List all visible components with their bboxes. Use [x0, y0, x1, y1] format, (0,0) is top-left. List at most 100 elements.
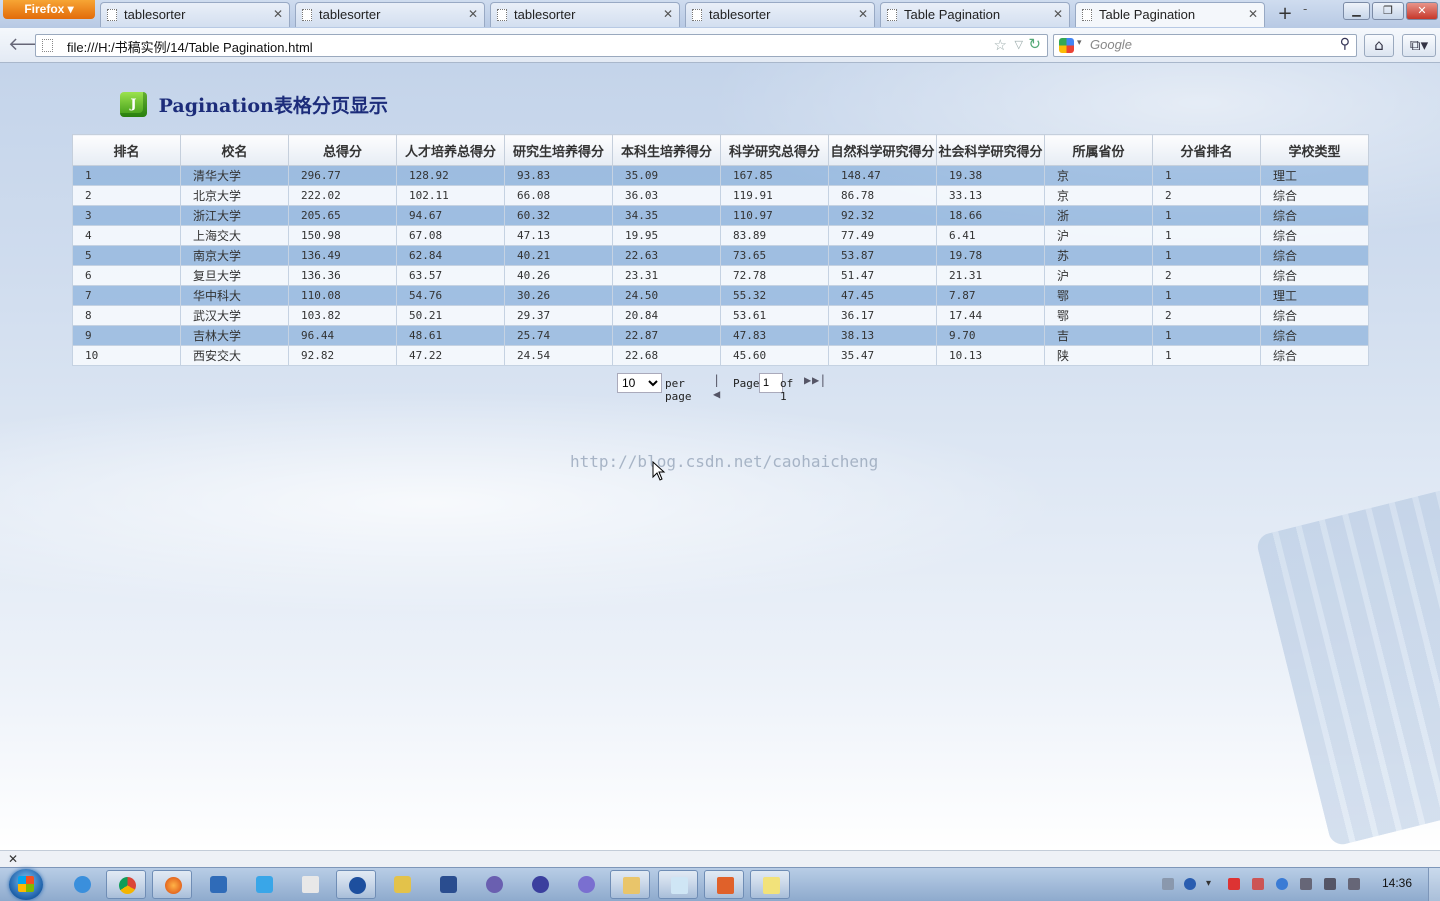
table-cell: 综合: [1260, 265, 1369, 286]
speaker-icon[interactable]: [1348, 878, 1360, 890]
tab-1[interactable]: tablesorter ✕: [100, 2, 290, 27]
addons-button[interactable]: ⧉▾: [1402, 34, 1436, 57]
column-header-rank[interactable]: 排名: [72, 134, 181, 166]
tab-5[interactable]: Table Pagination ✕: [880, 2, 1070, 27]
column-header-school[interactable]: 校名: [180, 134, 289, 166]
keyboard-icon[interactable]: [1162, 878, 1174, 890]
table-row[interactable]: 3 浙江大学 205.65 94.67 60.32 34.35 110.97 92.32 18.…: [72, 205, 1369, 226]
engine-dropdown-icon[interactable]: ▾: [1077, 38, 1082, 48]
table-cell: 86.78: [828, 185, 937, 206]
tab-4[interactable]: tablesorter ✕: [685, 2, 875, 27]
tab-label: tablesorter: [124, 7, 186, 22]
column-header-social-science-score[interactable]: 社会科学研究得分: [936, 134, 1045, 166]
volume-icon[interactable]: [1300, 878, 1312, 890]
taskbar-app-4[interactable]: [198, 870, 238, 899]
firefox-menu-button[interactable]: Firefox ▾: [3, 0, 95, 19]
help-icon[interactable]: [1184, 878, 1196, 890]
minimize-button[interactable]: ▁: [1343, 2, 1370, 20]
site-identity-icon[interactable]: [42, 39, 53, 52]
column-header-total-score[interactable]: 总得分: [288, 134, 397, 166]
address-bar[interactable]: file:///H:/书稿实例/14/Table Pagination.html…: [35, 34, 1048, 57]
close-tab-icon[interactable]: ✕: [858, 3, 868, 26]
table-cell: 36.03: [612, 185, 721, 206]
network-icon[interactable]: [1324, 878, 1336, 890]
table-cell: 38.13: [828, 325, 937, 346]
tray-app-icon[interactable]: [1276, 878, 1288, 890]
taskbar-app-10[interactable]: [474, 870, 514, 899]
close-tab-icon[interactable]: ✕: [468, 3, 478, 26]
taskbar-app-8[interactable]: [382, 870, 422, 899]
table-cell: 35.47: [828, 345, 937, 366]
column-header-graduate-score[interactable]: 研究生培养得分: [504, 134, 613, 166]
table-cell: 47.83: [720, 325, 829, 346]
column-header-province[interactable]: 所属省份: [1044, 134, 1153, 166]
google-engine-icon[interactable]: [1059, 38, 1074, 53]
tray-app-icon[interactable]: [1252, 878, 1264, 890]
table-cell: 83.89: [720, 225, 829, 246]
column-header-province-rank[interactable]: 分省排名: [1152, 134, 1261, 166]
show-desktop-button[interactable]: [1428, 868, 1440, 901]
table-cell: 62.84: [396, 245, 505, 266]
close-tab-icon[interactable]: ✕: [663, 3, 673, 26]
table-row[interactable]: 6 复旦大学 136.36 63.57 40.26 23.31 72.78 51.47 21.3…: [72, 265, 1369, 286]
taskbar-app-6[interactable]: [290, 870, 330, 899]
taskbar-chrome[interactable]: [106, 870, 146, 899]
tab-list-icon[interactable]: -: [1303, 2, 1307, 16]
close-tab-icon[interactable]: ✕: [1248, 3, 1258, 26]
table-row[interactable]: 8 武汉大学 103.82 50.21 29.37 20.84 53.61 36.17 17.4…: [72, 305, 1369, 326]
column-header-research-score[interactable]: 科学研究总得分: [720, 134, 829, 166]
taskbar-app-14[interactable]: [658, 870, 698, 899]
close-tab-icon[interactable]: ✕: [273, 3, 283, 26]
table-row[interactable]: 7 华中科大 110.08 54.76 30.26 24.50 55.32 47.45 7.87…: [72, 285, 1369, 306]
tray-expand-icon[interactable]: ▾: [1206, 878, 1218, 890]
taskbar-notepad[interactable]: [750, 870, 790, 899]
new-tab-button[interactable]: +: [1272, 3, 1298, 26]
bookmark-star-icon[interactable]: ☆: [994, 36, 1007, 54]
taskbar-explorer[interactable]: [610, 870, 650, 899]
table-cell: 1: [1152, 325, 1261, 346]
tab-label: Table Pagination: [1099, 7, 1196, 22]
column-header-school-type[interactable]: 学校类型: [1260, 134, 1369, 166]
search-bar[interactable]: ▾ Google ⚲: [1053, 34, 1357, 57]
history-dropdown-icon[interactable]: ▽: [1015, 38, 1023, 51]
search-icon[interactable]: ⚲: [1340, 36, 1350, 52]
table-row[interactable]: 2 北京大学 222.02 102.11 66.08 36.03 119.91 86.78 33…: [72, 185, 1369, 206]
close-tab-icon[interactable]: ✕: [1053, 3, 1063, 26]
taskbar-app-11[interactable]: [520, 870, 560, 899]
table-cell: 鄂: [1044, 285, 1153, 306]
clock[interactable]: 14:36: [1382, 876, 1412, 890]
table-cell: 综合: [1260, 245, 1369, 266]
last-page-icon[interactable]: ▶|: [812, 373, 826, 387]
taskbar-ie[interactable]: [62, 870, 102, 899]
table-row[interactable]: 5 南京大学 136.49 62.84 40.21 22.63 73.65 53.87 19.7…: [72, 245, 1369, 266]
home-button[interactable]: ⌂: [1364, 34, 1394, 57]
back-arrow-icon[interactable]: 🡐: [8, 35, 56, 57]
table-row[interactable]: 10 西安交大 92.82 47.22 24.54 22.68 45.60 35.47 10.1…: [72, 345, 1369, 366]
table-row[interactable]: 1 清华大学 296.77 128.92 93.83 35.09 167.85 148.47 1…: [72, 165, 1369, 186]
taskbar-firefox[interactable]: [152, 870, 192, 899]
first-page-icon[interactable]: |◀: [713, 373, 720, 401]
column-header-talent-score[interactable]: 人才培养总得分: [396, 134, 505, 166]
header-row: 排名 校名 总得分 人才培养总得分 研究生培养得分 本科生培养得分 科学研究总得…: [72, 134, 1369, 166]
taskbar-app-7[interactable]: [336, 870, 376, 899]
column-header-undergrad-score[interactable]: 本科生培养得分: [612, 134, 721, 166]
close-addon-bar-icon[interactable]: ✕: [8, 852, 18, 866]
taskbar-app-12[interactable]: [566, 870, 606, 899]
reload-icon[interactable]: ↻: [1028, 35, 1041, 53]
table-cell: 103.82: [288, 305, 397, 326]
tab-6-active[interactable]: Table Pagination ✕: [1075, 2, 1265, 27]
table-row[interactable]: 9 吉林大学 96.44 48.61 25.74 22.87 47.83 38.13 9.70 吉…: [72, 325, 1369, 346]
restore-button[interactable]: ❐: [1372, 2, 1404, 20]
next-page-icon[interactable]: ▶: [804, 373, 811, 387]
column-header-natural-science-score[interactable]: 自然科学研究得分: [828, 134, 937, 166]
taskbar-app-5[interactable]: [244, 870, 284, 899]
tray-app-icon[interactable]: [1228, 878, 1240, 890]
start-button[interactable]: [9, 869, 43, 900]
tab-3[interactable]: tablesorter ✕: [490, 2, 680, 27]
taskbar-app-9[interactable]: [428, 870, 468, 899]
per-page-select[interactable]: 10: [617, 373, 662, 393]
taskbar-pdf[interactable]: [704, 870, 744, 899]
tab-2[interactable]: tablesorter ✕: [295, 2, 485, 27]
close-window-button[interactable]: ✕: [1406, 2, 1438, 20]
table-row[interactable]: 4 上海交大 150.98 67.08 47.13 19.95 83.89 77.49 6.41…: [72, 225, 1369, 246]
